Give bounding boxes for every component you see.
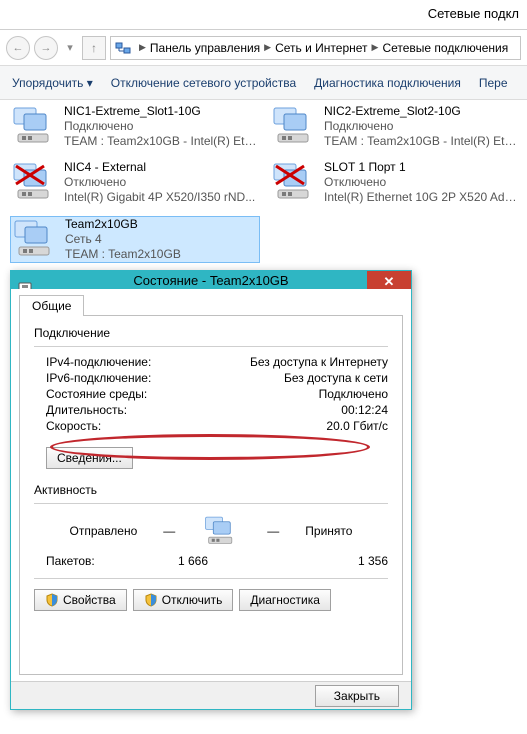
- dialog-footer: Закрыть: [11, 681, 411, 709]
- network-adapter-disabled-icon: [270, 160, 318, 204]
- row-speed: Скорость: 20.0 Гбит/с: [46, 419, 388, 433]
- adapter-item[interactable]: NIC1-Extreme_Slot1-10G Подключено TEAM :…: [10, 104, 260, 149]
- network-adapter-icon: [10, 104, 58, 148]
- value-ipv4: Без доступа к Интернету: [250, 355, 388, 369]
- recent-dropdown[interactable]: ▾: [62, 36, 78, 60]
- window-title: Сетевые подкл: [0, 0, 527, 30]
- chevron-right-icon: ▶: [260, 42, 275, 53]
- row-ipv4: IPv4-подключение: Без доступа к Интернет…: [46, 355, 388, 369]
- divider: [34, 503, 388, 504]
- adapter-name: NIC1-Extreme_Slot1-10G: [64, 104, 260, 119]
- group-connection-label: Подключение: [34, 326, 388, 340]
- disable-button[interactable]: Отключить: [133, 589, 234, 611]
- divider: [34, 578, 388, 579]
- crumb-network-internet[interactable]: Сеть и Интернет: [275, 41, 367, 55]
- tab-panel: Подключение IPv4-подключение: Без доступ…: [19, 315, 403, 675]
- toolbar-diagnose[interactable]: Диагностика подключения: [314, 76, 461, 90]
- toolbar-disable-device[interactable]: Отключение сетевого устройства: [111, 76, 296, 90]
- dialog-titlebar[interactable]: Состояние - Team2x10GB ✕: [11, 271, 411, 289]
- adapter-item[interactable]: NIC2-Extreme_Slot2-10G Подключено TEAM :…: [270, 104, 520, 149]
- network-adapter-icon: [11, 217, 59, 261]
- dialog-title: Состояние - Team2x10GB: [133, 273, 288, 288]
- label-speed: Скорость:: [46, 419, 101, 433]
- adapter-item[interactable]: NIC4 - External Отключено Intel(R) Gigab…: [10, 160, 260, 205]
- shield-icon: [144, 593, 158, 607]
- crumb-control-panel[interactable]: Панель управления: [150, 41, 260, 55]
- details-button[interactable]: Сведения...: [46, 447, 133, 469]
- value-packets-recv: 1 356: [358, 554, 388, 568]
- disable-button-label: Отключить: [162, 593, 223, 607]
- crumb-network-connections[interactable]: Сетевые подключения: [382, 41, 508, 55]
- adapter-desc: Intel(R) Ethernet 10G 2P X520 Ada...: [324, 190, 520, 205]
- label-packets: Пакетов:: [46, 554, 95, 568]
- value-media: Подключено: [319, 387, 388, 401]
- row-duration: Длительность: 00:12:24: [46, 403, 388, 417]
- label-ipv4: IPv4-подключение:: [46, 355, 151, 369]
- row-ipv6: IPv6-подключение: Без доступа к сети: [46, 371, 388, 385]
- toolbar-organize[interactable]: Упорядочить ▾: [12, 76, 93, 90]
- chevron-right-icon: ▶: [368, 42, 383, 53]
- tab-general[interactable]: Общие: [19, 295, 84, 316]
- status-dialog: Состояние - Team2x10GB ✕ Общие Подключен…: [10, 270, 412, 710]
- value-packets-sent: 1 666: [178, 554, 208, 568]
- diagnose-button[interactable]: Диагностика: [239, 589, 331, 611]
- adapter-desc: TEAM : Team2x10GB: [65, 247, 181, 262]
- chevron-right-icon: ▶: [135, 42, 150, 53]
- toolbar-rename[interactable]: Пере: [479, 76, 508, 90]
- activity-icon: [201, 514, 241, 548]
- value-speed: 20.0 Гбит/с: [326, 419, 388, 433]
- adapter-status: Подключено: [324, 119, 520, 134]
- adapter-desc: TEAM : Team2x10GB - Intel(R) Eth...: [324, 134, 520, 149]
- group-activity-label: Активность: [34, 483, 388, 497]
- value-ipv6: Без доступа к сети: [284, 371, 388, 385]
- address-bar: ← → ▾ ↑ ▶ Панель управления ▶ Сеть и Инт…: [0, 30, 527, 66]
- adapter-desc: TEAM : Team2x10GB - Intel(R) Eth...: [64, 134, 260, 149]
- adapter-status: Подключено: [64, 119, 260, 134]
- label-duration: Длительность:: [46, 403, 127, 417]
- network-adapter-icon: [270, 104, 318, 148]
- close-dialog-button[interactable]: Закрыть: [315, 685, 399, 707]
- adapter-desc: Intel(R) Gigabit 4P X520/I350 rND...: [64, 190, 255, 205]
- breadcrumb[interactable]: ▶ Панель управления ▶ Сеть и Интернет ▶ …: [110, 36, 521, 60]
- row-packets: Пакетов: 1 666 1 356: [46, 554, 388, 568]
- adapter-name: NIC2-Extreme_Slot2-10G: [324, 104, 520, 119]
- adapter-item-selected[interactable]: Team2x10GB Сеть 4 TEAM : Team2x10GB: [10, 216, 260, 263]
- adapter-status: Сеть 4: [65, 232, 181, 247]
- dash-icon: —: [267, 524, 279, 538]
- properties-button[interactable]: Свойства: [34, 589, 127, 611]
- label-sent: Отправлено: [70, 524, 138, 538]
- forward-button[interactable]: →: [34, 36, 58, 60]
- back-button[interactable]: ←: [6, 36, 30, 60]
- adapter-item[interactable]: SLOT 1 Порт 1 Отключено Intel(R) Etherne…: [270, 160, 520, 205]
- properties-button-label: Свойства: [63, 593, 116, 607]
- network-adapter-disabled-icon: [10, 160, 58, 204]
- value-duration: 00:12:24: [341, 403, 388, 417]
- adapter-status: Отключено: [64, 175, 255, 190]
- divider: [34, 346, 388, 347]
- label-received: Принято: [305, 524, 352, 538]
- adapter-name: SLOT 1 Порт 1: [324, 160, 520, 175]
- label-ipv6: IPv6-подключение:: [46, 371, 151, 385]
- toolbar: Упорядочить ▾ Отключение сетевого устрой…: [0, 66, 527, 100]
- adapter-status: Отключено: [324, 175, 520, 190]
- adapter-name: Team2x10GB: [65, 217, 181, 232]
- adapter-name: NIC4 - External: [64, 160, 255, 175]
- network-folder-icon: [115, 40, 131, 56]
- label-media: Состояние среды:: [46, 387, 147, 401]
- shield-icon: [45, 593, 59, 607]
- dash-icon: —: [163, 524, 175, 538]
- row-media: Состояние среды: Подключено: [46, 387, 388, 401]
- up-button[interactable]: ↑: [82, 36, 106, 60]
- activity-graphic: Отправлено — — Принято: [34, 514, 388, 548]
